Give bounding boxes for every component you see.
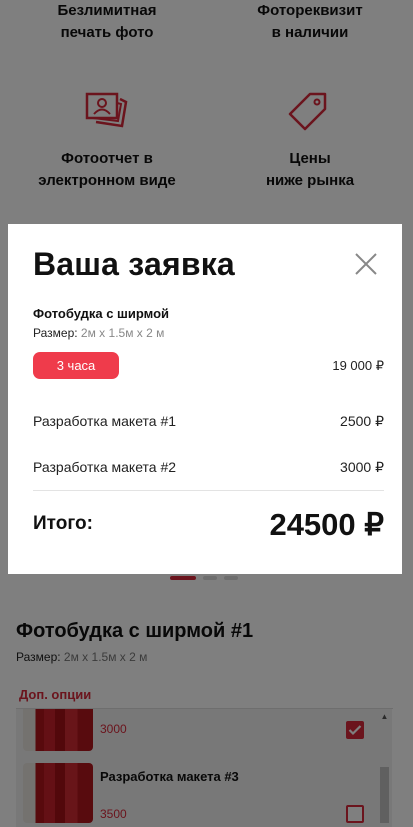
- order-product-name: Фотобудка с ширмой: [33, 306, 170, 321]
- modal-title: Ваша заявка: [33, 246, 235, 282]
- order-line-label: Разработка макета #1: [33, 413, 177, 429]
- divider: [33, 490, 384, 491]
- order-modal: Ваша заявка Фотобудка с ширмой Размер: 2…: [8, 224, 402, 574]
- order-line-price: 3000 ₽: [340, 459, 384, 475]
- duration-badge: 3 часа: [33, 352, 119, 379]
- order-line-price: 2500 ₽: [340, 413, 384, 429]
- order-line-label: Разработка макета #2: [33, 459, 177, 475]
- close-icon[interactable]: [354, 252, 378, 276]
- duration-price: 19 000 ₽: [332, 358, 384, 373]
- order-product-size: Размер: 2м х 1.5м х 2 м: [33, 326, 165, 340]
- total-value: 24500 ₽: [269, 507, 384, 542]
- total-label: Итого:: [33, 513, 93, 534]
